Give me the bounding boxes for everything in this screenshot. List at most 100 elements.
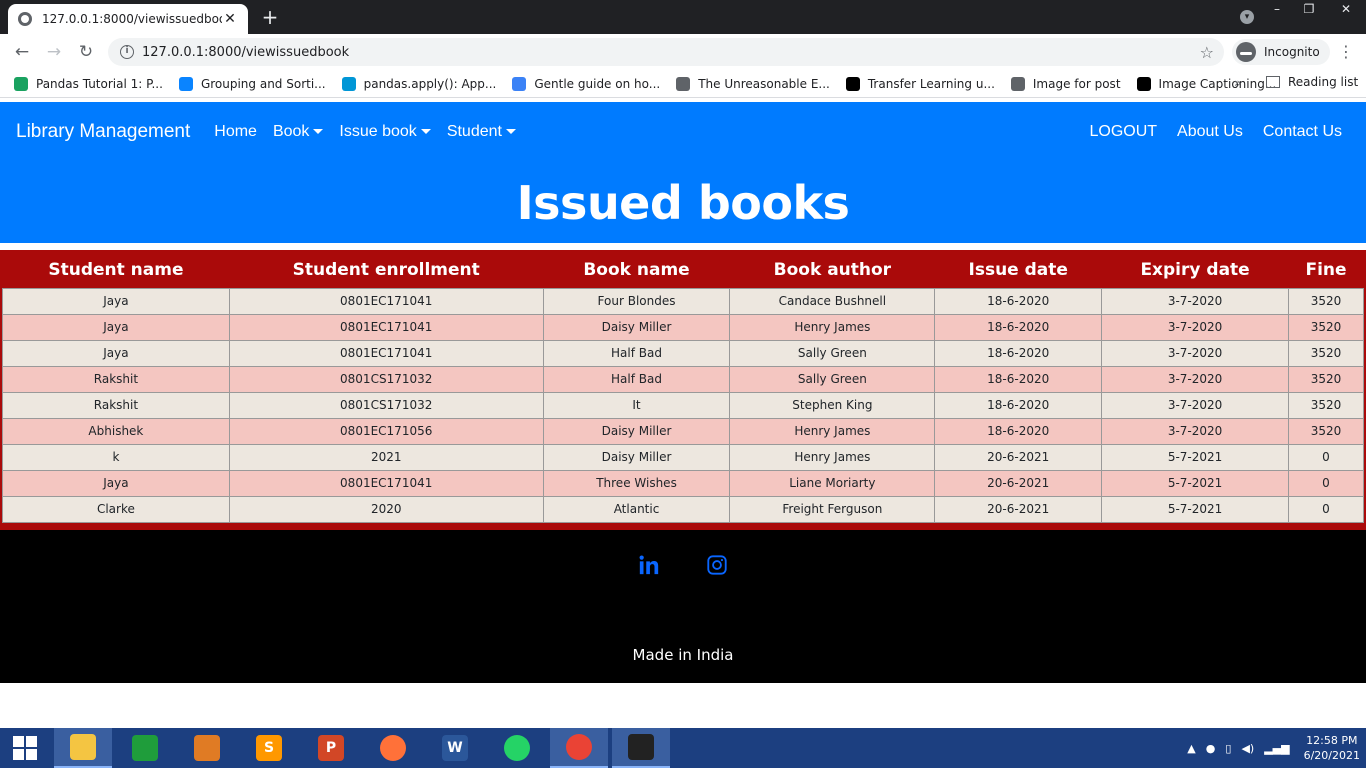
about-link[interactable]: About Us (1177, 123, 1243, 141)
table-cell: 18-6-2020 (934, 391, 1103, 419)
incognito-label: Incognito (1264, 45, 1320, 59)
url-text[interactable]: 127.0.0.1:8000/viewissuedbook (142, 45, 1200, 60)
table-cell: 18-6-2020 (934, 339, 1103, 367)
table-cell: Daisy Miller (542, 443, 731, 471)
info-icon[interactable]: i (120, 45, 134, 59)
bookmark-item[interactable]: Image Captioning... (1136, 76, 1276, 91)
nav-book-label: Book (272, 123, 310, 140)
reading-list-icon (1266, 76, 1280, 88)
taskbar-app[interactable] (550, 728, 608, 768)
back-icon[interactable]: ← (6, 42, 38, 62)
network-icon[interactable]: ▂▄▆ (1264, 742, 1289, 755)
table-cell: 3520 (1288, 365, 1364, 393)
taskbar-app[interactable]: W (426, 728, 484, 768)
table-body: Jaya 0801EC171041 Four Blondes Candace Bush… (2, 287, 1364, 523)
incognito-badge[interactable]: Incognito (1232, 39, 1330, 65)
bookmark-label: Grouping and Sorti... (200, 76, 326, 91)
table-cell: 0 (1288, 495, 1364, 523)
clock-date: 6/20/2021 (1303, 749, 1360, 762)
bookmark-item[interactable]: The Unreasonable E... (676, 76, 830, 91)
hp-icon (341, 76, 356, 91)
bookmark-item[interactable]: pandas.apply(): App... (341, 76, 497, 91)
table-row: k 2021 Daisy Miller Henry James 20-6-2021 5-7… (2, 443, 1364, 471)
taskbar-app[interactable] (116, 728, 174, 768)
tab-search-icon[interactable]: ▾ (1240, 10, 1254, 24)
table-cell: 0801CS171032 (228, 391, 544, 419)
nav-home[interactable]: Home (214, 123, 257, 141)
notification-app-icon[interactable]: ● (1206, 742, 1216, 755)
brand-link[interactable]: Library Management (16, 121, 190, 143)
table-cell: Atlantic (542, 495, 731, 523)
table-cell: 3520 (1288, 391, 1364, 419)
volume-icon[interactable]: ◀) (1241, 742, 1254, 755)
bookmark-item[interactable]: Pandas Tutorial 1: P... (14, 76, 163, 91)
store-icon (132, 735, 158, 761)
table-cell: 3-7-2020 (1101, 339, 1289, 367)
taskbar-app[interactable] (178, 728, 236, 768)
nav-student-dropdown[interactable]: Student (447, 123, 516, 141)
globe-icon (1010, 76, 1025, 91)
nav-book-dropdown[interactable]: Book (272, 123, 324, 141)
nav-issue-book-dropdown[interactable]: Issue book (339, 123, 431, 141)
start-button[interactable] (0, 728, 50, 768)
bookmark-label: Image for post (1032, 76, 1121, 91)
table-cell: 0 (1288, 443, 1364, 471)
table-cell: Liane Moriarty (729, 469, 936, 497)
close-window-button[interactable]: ✕ (1326, 0, 1366, 18)
reload-icon[interactable]: ↻ (70, 42, 102, 62)
linkedin-icon[interactable] (638, 554, 660, 576)
issued-books-table: Student name Student enrollment Book name B… (2, 252, 1364, 523)
browser-menu-icon[interactable]: ⋮ (1338, 42, 1354, 61)
tray-expand-icon[interactable]: ▲ (1187, 742, 1195, 755)
bookmarks-more-icon[interactable]: » (1234, 76, 1241, 90)
address-bar[interactable]: i 127.0.0.1:8000/viewissuedbook ☆ (108, 38, 1224, 66)
table-cell: Abhishek (2, 417, 230, 445)
battery-icon[interactable]: ▯ (1225, 742, 1231, 755)
column-header: Student name (48, 259, 184, 280)
logout-link[interactable]: LOGOUT (1089, 123, 1157, 141)
table-row: Abhishek 0801EC171056 Daisy Miller Henry Ja… (2, 417, 1364, 445)
bookmark-label: pandas.apply(): App... (363, 76, 497, 91)
table-cell: 5-7-2021 (1101, 443, 1289, 471)
table-cell: Jaya (2, 313, 230, 341)
forward-icon[interactable]: → (38, 42, 70, 62)
table-cell: 2020 (228, 495, 544, 523)
minimize-button[interactable]: – (1262, 0, 1292, 18)
instagram-icon[interactable] (706, 554, 728, 576)
table-cell: 0801EC171041 (228, 339, 544, 367)
table-cell: Jaya (2, 469, 230, 497)
taskbar-app[interactable]: P (302, 728, 360, 768)
social-links (0, 554, 1366, 576)
incognito-icon (1236, 42, 1256, 62)
table-row: Jaya 0801EC171041 Three Wishes Liane Moriar… (2, 469, 1364, 497)
contact-link[interactable]: Contact Us (1263, 123, 1342, 141)
restore-button[interactable]: ❐ (1294, 0, 1324, 18)
table-cell: 5-7-2021 (1101, 495, 1289, 523)
table-cell: 3-7-2020 (1101, 391, 1289, 419)
taskbar-app[interactable] (364, 728, 422, 768)
table-cell: 3520 (1288, 417, 1364, 445)
reading-list-button[interactable]: Reading list (1266, 75, 1358, 89)
table-cell: 0801EC171041 (228, 313, 544, 341)
table-cell: Stephen King (729, 391, 936, 419)
bookmark-item[interactable]: Image for post (1010, 76, 1121, 91)
column-header: Book name (583, 259, 690, 280)
table-cell: k (2, 443, 230, 471)
taskbar-app[interactable] (612, 728, 670, 768)
taskbar-app[interactable] (54, 728, 112, 768)
table-row: Clarke 2020 Atlantic Freight Ferguson 20-6-2… (2, 495, 1364, 523)
new-tab-button[interactable]: + (258, 5, 282, 29)
browser-tab[interactable]: 127.0.0.1:8000/viewissuedbook ✕ (8, 4, 248, 34)
bookmark-item[interactable]: Grouping and Sorti... (178, 76, 326, 91)
table-row: Jaya 0801EC171041 Half Bad Sally Green 18-6-… (2, 339, 1364, 367)
table-cell: Three Wishes (542, 469, 731, 497)
tab-close-icon[interactable]: ✕ (222, 11, 238, 27)
bookmark-item[interactable]: Gentle guide on ho... (512, 76, 660, 91)
clock[interactable]: 12:58 PM 6/20/2021 (1304, 733, 1360, 763)
taskbar-app[interactable]: S (240, 728, 298, 768)
table-cell: 3520 (1288, 313, 1364, 341)
star-icon[interactable]: ☆ (1200, 43, 1214, 62)
bookmark-item[interactable]: Transfer Learning u... (845, 76, 995, 91)
table-cell: 3-7-2020 (1101, 313, 1289, 341)
taskbar-app[interactable] (488, 728, 546, 768)
